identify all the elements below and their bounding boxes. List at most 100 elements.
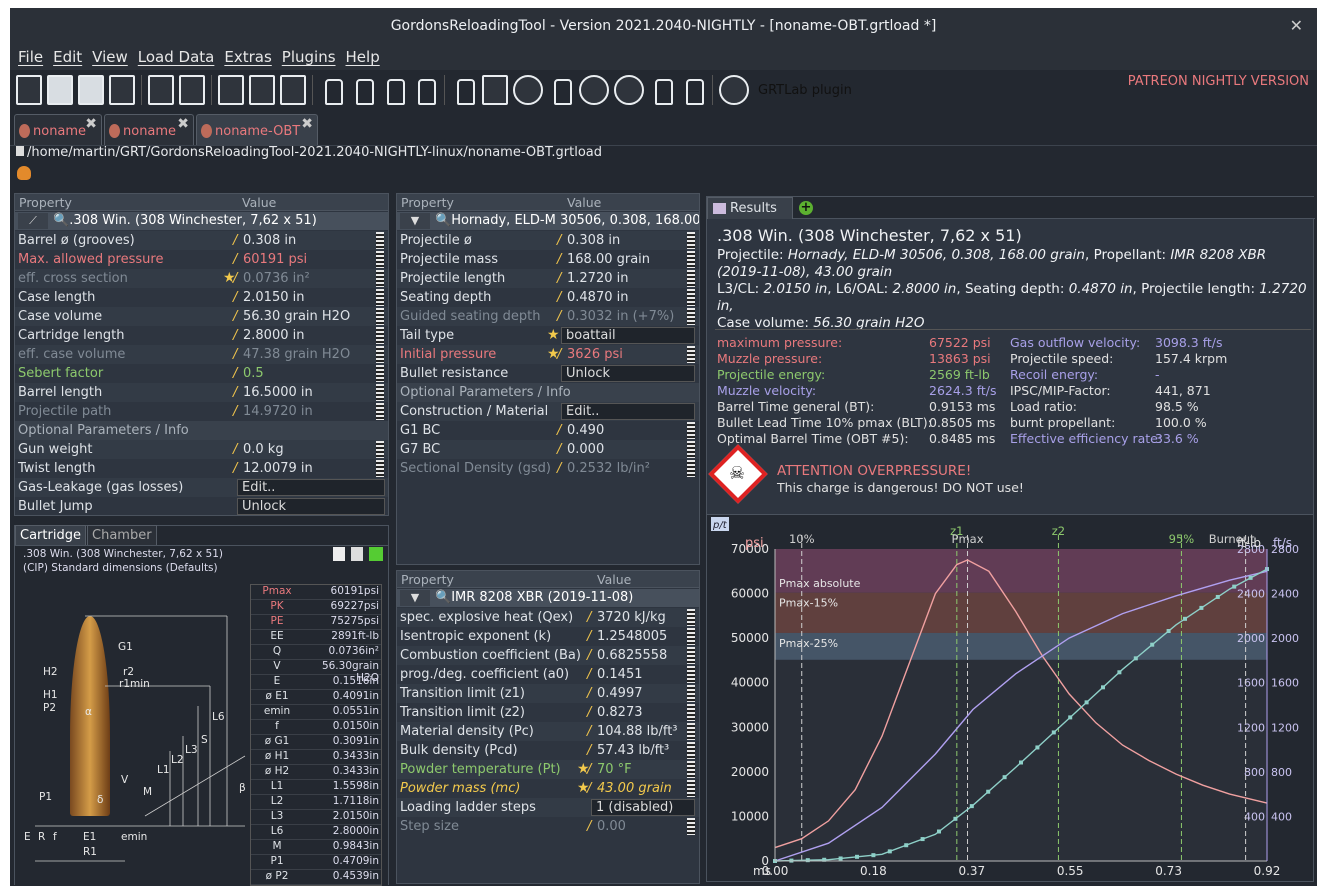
property-row[interactable]: Max. allowed pressure / 60191 psi (15, 250, 388, 269)
chevron-down-icon[interactable]: ▼ (400, 213, 430, 229)
property-row[interactable]: eff. case volume / 47.38 grain H2O (15, 345, 388, 364)
menu-extras[interactable]: Extras (220, 44, 275, 70)
tab-cartridge[interactable]: Cartridge (15, 525, 86, 545)
slider-handle[interactable] (687, 666, 695, 683)
property-row[interactable]: Projectile length / 1.2720 in (397, 269, 699, 288)
scale-icon[interactable] (680, 75, 706, 105)
property-value[interactable]: 0.000 (567, 440, 604, 459)
property-value[interactable]: 43.00 grain (597, 779, 672, 798)
value-button[interactable]: Unlock (561, 365, 695, 382)
open-recent-icon[interactable] (78, 75, 104, 105)
slider-handle[interactable] (687, 647, 695, 664)
rifle-icon[interactable] (319, 75, 345, 105)
powder-icon[interactable] (412, 75, 438, 105)
property-value[interactable]: 2.0150 in (243, 288, 304, 307)
property-value[interactable]: 0.2532 lb/in² (567, 459, 650, 478)
property-row[interactable]: Bullet Jump Unlock (15, 497, 388, 515)
property-value[interactable]: 1.2720 in (567, 269, 628, 288)
slider-handle[interactable] (687, 308, 695, 325)
property-value[interactable]: 0.3032 in (+7%) (567, 307, 674, 326)
slider-handle[interactable] (687, 270, 695, 287)
property-value[interactable]: 56.30 grain H2O (243, 307, 350, 326)
bullet-icon[interactable] (381, 75, 407, 105)
slider-handle[interactable] (376, 289, 384, 306)
close-tab-icon[interactable]: ✖ (85, 107, 97, 141)
tab-chamber[interactable]: Chamber (87, 525, 157, 545)
menu-file[interactable]: File (14, 44, 47, 70)
property-value[interactable]: 16.5000 in (243, 383, 313, 402)
unit-converter-icon[interactable] (451, 75, 477, 105)
expand-icon[interactable] (369, 547, 383, 561)
property-row[interactable]: Initial pressure ★/3626 psi (397, 345, 699, 364)
slider-handle[interactable] (376, 403, 384, 420)
property-value[interactable]: 104.88 lb/ft³ (597, 722, 678, 741)
property-row[interactable]: Projectile path / 14.9720 in (15, 402, 388, 421)
property-value[interactable]: 0.1451 (597, 665, 643, 684)
tab-noname-obt[interactable]: noname-OBT ✖ (196, 114, 318, 145)
property-row[interactable]: Construction / Material Edit.. (397, 402, 699, 421)
slider-handle[interactable] (687, 723, 695, 740)
slider-handle[interactable] (687, 704, 695, 721)
property-row[interactable]: Combustion coefficient (Ba) / 0.6825558 (397, 646, 699, 665)
slider-handle[interactable] (376, 460, 384, 477)
new-file-icon[interactable] (16, 75, 42, 105)
property-row[interactable]: Gas-Leakage (gas losses) Edit.. (15, 478, 388, 497)
property-value[interactable]: 60191 psi (243, 250, 307, 269)
slider-handle[interactable] (687, 742, 695, 759)
slider-handle[interactable] (687, 460, 695, 477)
value-button[interactable]: Edit.. (561, 403, 695, 420)
slider-handle[interactable] (376, 384, 384, 401)
property-row[interactable]: Step size / 0.00 (397, 817, 699, 836)
pdf-icon[interactable] (333, 547, 345, 561)
close-tab-icon[interactable]: ✖ (301, 107, 313, 141)
value-button[interactable]: Unlock (237, 498, 385, 515)
slider-handle[interactable] (687, 346, 695, 363)
property-value[interactable]: 0.4870 in (567, 288, 628, 307)
value-button[interactable]: 1 (disabled) (591, 799, 695, 816)
property-value[interactable]: 12.0079 in (243, 459, 313, 478)
value-button[interactable]: boattail (561, 327, 695, 344)
chevron-down-icon[interactable]: ▼ (400, 590, 430, 606)
property-row[interactable]: Transition limit (z1) / 0.4997 (397, 684, 699, 703)
property-row[interactable]: Material density (Pc) / 104.88 lb/ft³ (397, 722, 699, 741)
document-list-icon[interactable] (280, 75, 306, 105)
slider-handle[interactable] (687, 628, 695, 645)
property-row[interactable]: Twist length / 12.0079 in (15, 459, 388, 478)
property-row[interactable]: Transition limit (z2) / 0.8273 (397, 703, 699, 722)
property-row[interactable]: Sebert factor / 0.5 (15, 364, 388, 383)
slider-handle[interactable] (376, 441, 384, 458)
projectile-selector[interactable]: ▼ 🔍Hornady, ELD-M 30506, 0.308, 168.00 gr… (397, 212, 699, 230)
open-folder-icon[interactable] (47, 75, 73, 105)
tab-results[interactable]: Results (707, 197, 793, 219)
incognito-icon[interactable] (17, 166, 31, 180)
atom-icon[interactable] (719, 75, 749, 105)
property-value[interactable]: 2.8000 in (243, 326, 304, 345)
property-value[interactable]: 47.38 grain H2O (243, 345, 350, 364)
slider-handle[interactable] (687, 251, 695, 268)
property-value[interactable]: 1.2548005 (597, 627, 667, 646)
slider-handle[interactable] (687, 289, 695, 306)
property-row[interactable]: Isentropic exponent (k) / 1.2548005 (397, 627, 699, 646)
slider-handle[interactable] (687, 780, 695, 797)
property-value[interactable]: 0.5 (243, 364, 264, 383)
property-row[interactable]: Barrel ø (grooves) / 0.308 in (15, 231, 388, 250)
property-value[interactable]: 0.308 in (567, 231, 620, 250)
property-row[interactable]: Cartridge length / 2.8000 in (15, 326, 388, 345)
pdf-export-icon[interactable] (218, 75, 244, 105)
grid-icon[interactable] (482, 75, 508, 105)
property-row[interactable]: Powder mass (mc) ★/43.00 grain (397, 779, 699, 798)
property-value[interactable]: 0.00 (597, 817, 626, 836)
property-row[interactable]: Barrel length / 16.5000 in (15, 383, 388, 402)
close-tab-icon[interactable]: ✖ (177, 107, 189, 141)
tab-noname-2[interactable]: noname ✖ (104, 114, 194, 145)
property-row[interactable]: Bullet resistance Unlock (397, 364, 699, 383)
slider-handle[interactable] (376, 365, 384, 382)
save-icon[interactable] (148, 75, 174, 105)
grtlab-plugin-label[interactable]: GRTLab plugin (758, 83, 852, 98)
property-row[interactable]: Guided seating depth / 0.3032 in (+7%) (397, 307, 699, 326)
property-value[interactable]: 70 °F (597, 760, 632, 779)
property-value[interactable]: 0.8273 (597, 703, 643, 722)
property-value[interactable]: 14.9720 in (243, 402, 313, 421)
property-row[interactable]: Seating depth / 0.4870 in (397, 288, 699, 307)
property-value[interactable]: 3626 psi (567, 345, 623, 364)
